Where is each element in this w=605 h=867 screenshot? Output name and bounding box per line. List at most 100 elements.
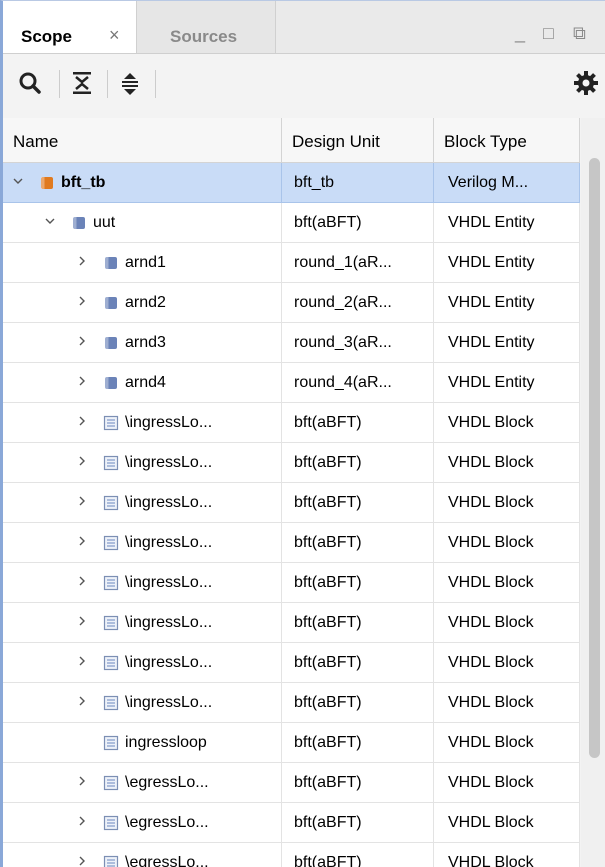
scope-name: arnd4 — [125, 374, 166, 391]
chevron-right-icon[interactable] — [77, 496, 87, 506]
scope-name: \egressLo... — [125, 774, 209, 791]
scope-name: arnd2 — [125, 294, 166, 311]
block-type-cell: VHDL Block — [434, 723, 580, 763]
name-cell: arnd4 — [3, 363, 282, 403]
scope-name: \ingressLo... — [125, 614, 213, 631]
search-icon[interactable] — [15, 68, 45, 98]
column-header-name[interactable]: Name — [3, 118, 282, 162]
name-cell: \ingressLo... — [3, 403, 282, 443]
table-row[interactable]: bft_tb bft_tb Verilog M... — [3, 163, 580, 203]
name-cell: \ingressLo... — [3, 563, 282, 603]
block-type-cell: VHDL Entity — [434, 363, 580, 403]
vhdl-block-icon — [103, 775, 119, 791]
tab-sources[interactable]: Sources — [137, 1, 276, 53]
chevron-right-icon[interactable] — [77, 456, 87, 466]
table-row[interactable]: \ingressLo... bft(aBFT) VHDL Block — [3, 483, 580, 523]
name-cell: \ingressLo... — [3, 683, 282, 723]
block-type-cell: VHDL Block — [434, 563, 580, 603]
chevron-right-icon[interactable] — [77, 576, 87, 586]
table-row[interactable]: \ingressLo... bft(aBFT) VHDL Block — [3, 523, 580, 563]
chevron-right-icon[interactable] — [77, 296, 87, 306]
vhdl-block-icon — [103, 815, 119, 831]
scope-name: arnd3 — [125, 334, 166, 351]
float-icon[interactable]: ⧉ — [573, 23, 586, 44]
table-row[interactable]: \ingressLo... bft(aBFT) VHDL Block — [3, 683, 580, 723]
chevron-right-icon[interactable] — [77, 696, 87, 706]
block-type-cell: VHDL Block — [434, 403, 580, 443]
toolbar-separator — [59, 70, 60, 98]
table-row[interactable]: \egressLo... bft(aBFT) VHDL Block — [3, 803, 580, 843]
block-type-cell: VHDL Block — [434, 443, 580, 483]
block-type-cell: VHDL Entity — [434, 283, 580, 323]
scrollbar-thumb[interactable] — [589, 158, 600, 758]
block-type-cell: VHDL Block — [434, 763, 580, 803]
vhdl-entity-icon — [105, 257, 117, 269]
table-row[interactable]: \ingressLo... bft(aBFT) VHDL Block — [3, 403, 580, 443]
design-unit-cell: bft(aBFT) — [282, 483, 434, 523]
tab-scope[interactable]: Scope × — [3, 1, 137, 53]
scope-name: \ingressLo... — [125, 494, 213, 511]
table-row[interactable]: uut bft(aBFT) VHDL Entity — [3, 203, 580, 243]
close-tab-icon[interactable]: × — [109, 25, 120, 46]
chevron-down-icon[interactable] — [45, 216, 55, 226]
vertical-scrollbar[interactable] — [581, 118, 605, 867]
design-unit-cell: bft(aBFT) — [282, 403, 434, 443]
scope-name: \egressLo... — [125, 854, 209, 867]
column-header-design-unit[interactable]: Design Unit — [282, 118, 434, 162]
table-row[interactable]: arnd1 round_1(aR... VHDL Entity — [3, 243, 580, 283]
column-header-block-type[interactable]: Block Type — [434, 118, 580, 162]
table-row[interactable]: \egressLo... bft(aBFT) VHDL Block — [3, 763, 580, 803]
maximize-icon[interactable]: □ — [543, 23, 554, 44]
design-unit-cell: bft(aBFT) — [282, 203, 434, 243]
block-type-cell: VHDL Entity — [434, 243, 580, 283]
scope-table: Name Design Unit Block Type bft_tb bft_tb… — [3, 118, 580, 867]
chevron-right-icon[interactable] — [77, 816, 87, 826]
collapse-all-icon[interactable] — [67, 68, 97, 98]
scope-name: bft_tb — [61, 174, 106, 191]
scope-name: \ingressLo... — [125, 454, 213, 471]
chevron-right-icon[interactable] — [77, 856, 87, 866]
chevron-right-icon[interactable] — [77, 616, 87, 626]
name-cell: \ingressLo... — [3, 603, 282, 643]
name-cell: \egressLo... — [3, 803, 282, 843]
table-row[interactable]: \ingressLo... bft(aBFT) VHDL Block — [3, 563, 580, 603]
toolbar-separator — [107, 70, 108, 98]
block-type-cell: VHDL Block — [434, 483, 580, 523]
table-row[interactable]: \ingressLo... bft(aBFT) VHDL Block — [3, 643, 580, 683]
chevron-right-icon[interactable] — [77, 656, 87, 666]
design-unit-cell: bft(aBFT) — [282, 523, 434, 563]
table-row[interactable]: arnd4 round_4(aR... VHDL Entity — [3, 363, 580, 403]
table-row[interactable]: \ingressLo... bft(aBFT) VHDL Block — [3, 603, 580, 643]
vhdl-block-icon — [103, 735, 119, 751]
table-row[interactable]: \ingressLo... bft(aBFT) VHDL Block — [3, 443, 580, 483]
chevron-right-icon[interactable] — [77, 336, 87, 346]
design-unit-cell: bft(aBFT) — [282, 643, 434, 683]
design-unit-cell: bft(aBFT) — [282, 443, 434, 483]
table-row[interactable]: arnd3 round_3(aR... VHDL Entity — [3, 323, 580, 363]
chevron-down-icon[interactable] — [13, 176, 23, 186]
name-cell: \ingressLo... — [3, 443, 282, 483]
design-unit-cell: bft(aBFT) — [282, 843, 434, 867]
design-unit-cell: bft(aBFT) — [282, 603, 434, 643]
name-cell: uut — [3, 203, 282, 243]
chevron-right-icon[interactable] — [77, 256, 87, 266]
chevron-right-icon[interactable] — [77, 376, 87, 386]
chevron-right-icon[interactable] — [77, 776, 87, 786]
verilog-module-icon — [41, 177, 53, 189]
vhdl-entity-icon — [73, 217, 85, 229]
gear-icon[interactable] — [571, 68, 601, 98]
expand-all-icon[interactable] — [115, 68, 145, 98]
scope-name: \ingressLo... — [125, 654, 213, 671]
minimize-icon[interactable]: _ — [515, 23, 525, 44]
table-row[interactable]: arnd2 round_2(aR... VHDL Entity — [3, 283, 580, 323]
design-unit-cell: round_1(aR... — [282, 243, 434, 283]
name-cell: arnd3 — [3, 323, 282, 363]
table-row[interactable]: \egressLo... bft(aBFT) VHDL Block — [3, 843, 580, 867]
design-unit-cell: bft(aBFT) — [282, 763, 434, 803]
table-row[interactable]: ingressloop bft(aBFT) VHDL Block — [3, 723, 580, 763]
toolbar — [3, 54, 605, 114]
block-type-cell: VHDL Block — [434, 643, 580, 683]
chevron-right-icon[interactable] — [77, 416, 87, 426]
chevron-right-icon[interactable] — [77, 536, 87, 546]
scope-name: arnd1 — [125, 254, 166, 271]
